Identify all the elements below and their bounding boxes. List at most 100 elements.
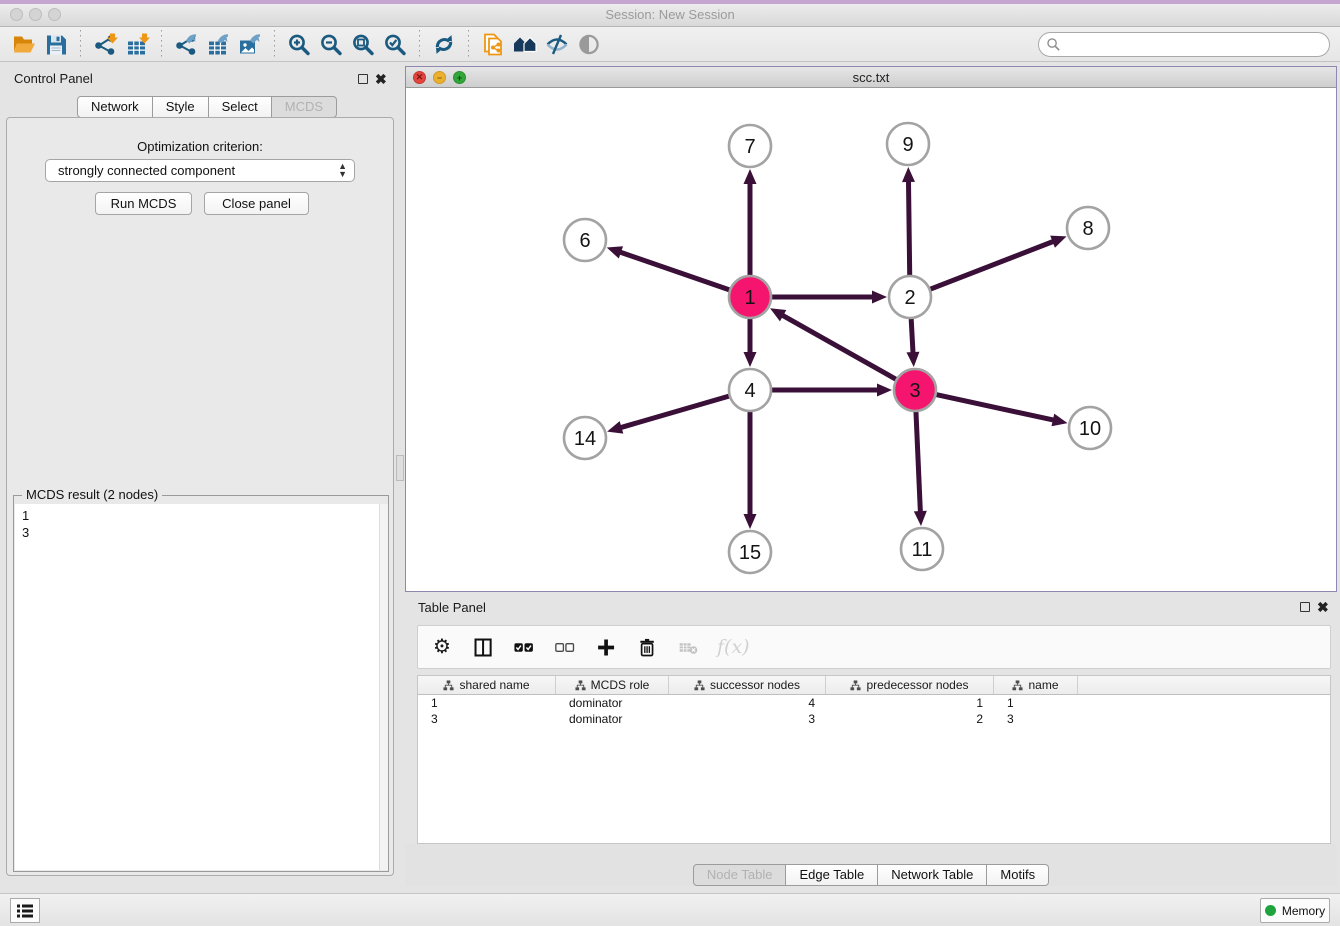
delete-row-icon xyxy=(637,637,658,658)
tab-mcds[interactable]: MCDS xyxy=(272,96,337,118)
graph-edge-arrowhead xyxy=(1051,414,1067,427)
open-session-icon xyxy=(14,36,35,52)
column-header-name[interactable]: name xyxy=(994,676,1078,694)
tab-style[interactable]: Style xyxy=(153,96,209,118)
zoom-selected-button[interactable] xyxy=(379,29,411,59)
gear-button[interactable]: ⚙ xyxy=(430,634,454,660)
task-history-button[interactable] xyxy=(10,898,40,923)
tab-network-table[interactable]: Network Table xyxy=(878,864,987,886)
zoom-fit-button[interactable] xyxy=(347,29,379,59)
mcds-result-group: MCDS result (2 nodes) 1 3 xyxy=(13,495,389,872)
tab-node-table[interactable]: Node Table xyxy=(693,864,787,886)
close-panel-button[interactable]: Close panel xyxy=(204,192,309,215)
graph-edge-4-14[interactable] xyxy=(620,396,730,428)
table-panel-title: Table Panel xyxy=(418,600,486,615)
import-table-button[interactable] xyxy=(121,29,153,59)
hide-selected-button[interactable] xyxy=(541,29,573,59)
show-all-button[interactable] xyxy=(573,29,605,59)
main-titlebar: Session: New Session xyxy=(0,4,1340,27)
column-tree-icon xyxy=(1012,680,1023,691)
toolbar-separator xyxy=(274,30,275,58)
export-table-icon xyxy=(209,34,228,54)
tab-edge-table[interactable]: Edge Table xyxy=(786,864,878,886)
close-table-panel-icon[interactable]: ✖ xyxy=(1317,602,1329,612)
close-panel-icon[interactable]: ✖ xyxy=(375,74,387,84)
graph-edge-arrowhead xyxy=(902,167,915,182)
select-all-button[interactable] xyxy=(512,634,536,660)
refresh-button[interactable] xyxy=(428,29,460,59)
deselect-all-button[interactable] xyxy=(553,634,577,660)
network-graph[interactable]: 1234678910111415 xyxy=(406,88,1336,591)
mcds-panel: Optimization criterion: strongly connect… xyxy=(6,117,394,876)
graph-edge-2-3[interactable] xyxy=(911,318,913,354)
tab-motifs[interactable]: Motifs xyxy=(987,864,1049,886)
tab-network[interactable]: Network xyxy=(77,96,153,118)
first-neighbors-button[interactable] xyxy=(509,29,541,59)
function-builder-button: f(x) xyxy=(717,634,750,660)
column-label: successor nodes xyxy=(710,678,800,692)
result-scrollbar[interactable] xyxy=(379,504,388,870)
column-label: predecessor nodes xyxy=(866,678,968,692)
graph-edge-2-8[interactable] xyxy=(930,241,1055,289)
float-panel-icon[interactable] xyxy=(358,74,368,84)
control-panel-window-icons: ✖ xyxy=(358,74,387,84)
column-header-predecessor-nodes[interactable]: predecessor nodes xyxy=(826,676,994,694)
toolbar-separator xyxy=(468,30,469,58)
table-cell[interactable]: 2 xyxy=(826,711,994,727)
add-row-button[interactable] xyxy=(594,634,618,660)
table-cell[interactable]: 4 xyxy=(669,695,826,711)
column-tree-icon xyxy=(850,680,861,691)
mcds-result-text[interactable]: 1 3 xyxy=(15,504,387,870)
column-header-MCDS-role[interactable]: MCDS role xyxy=(556,676,669,694)
graph-edge-1-6[interactable] xyxy=(619,252,730,290)
zoom-selected-icon xyxy=(386,35,404,53)
run-mcds-button[interactable]: Run MCDS xyxy=(95,192,192,215)
graph-edge-arrowhead xyxy=(872,291,887,304)
float-table-panel-icon[interactable] xyxy=(1300,602,1310,612)
table-cell[interactable]: 3 xyxy=(994,711,1078,727)
table-cell[interactable]: 1 xyxy=(826,695,994,711)
open-session-button[interactable] xyxy=(8,29,40,59)
table-row: 3dominator323 xyxy=(418,711,1330,727)
export-table-button[interactable] xyxy=(202,29,234,59)
table-cell[interactable]: 3 xyxy=(669,711,826,727)
graph-edge-arrowhead xyxy=(914,511,927,526)
table-cell[interactable]: 1 xyxy=(994,695,1078,711)
column-header-successor-nodes[interactable]: successor nodes xyxy=(669,676,826,694)
memory-button[interactable]: Memory xyxy=(1260,898,1330,923)
table-cell[interactable]: dominator xyxy=(556,711,669,727)
export-image-button[interactable] xyxy=(234,29,266,59)
search-box[interactable] xyxy=(1038,32,1330,57)
table-cell[interactable]: dominator xyxy=(556,695,669,711)
clone-network-button[interactable] xyxy=(477,29,509,59)
save-session-button[interactable] xyxy=(40,29,72,59)
column-header-shared-name[interactable]: shared name xyxy=(418,676,556,694)
zoom-in-button[interactable] xyxy=(283,29,315,59)
graph-edge-3-10[interactable] xyxy=(936,394,1055,420)
graph-edge-2-9[interactable] xyxy=(908,180,909,276)
graph-node-label: 1 xyxy=(744,287,755,309)
tab-select[interactable]: Select xyxy=(209,96,272,118)
graph-edge-3-11[interactable] xyxy=(916,411,920,513)
node-table-body: 1dominator4113dominator323 xyxy=(418,695,1330,727)
delete-table-button xyxy=(676,634,700,660)
network-window-titlebar[interactable]: ✕ − + scc.txt xyxy=(406,67,1336,88)
columns-button[interactable] xyxy=(471,634,495,660)
criterion-dropdown[interactable]: strongly connected component ▲▼ xyxy=(45,159,355,182)
column-label: shared name xyxy=(459,678,529,692)
zoom-in-icon xyxy=(290,35,308,53)
search-input[interactable] xyxy=(1061,35,1329,55)
graph-edge-3-1[interactable] xyxy=(781,315,896,380)
import-network-button[interactable] xyxy=(89,29,121,59)
export-network-button[interactable] xyxy=(170,29,202,59)
table-panel-tabs: Node TableEdge TableNetwork TableMotifs xyxy=(405,864,1337,886)
zoom-out-button[interactable] xyxy=(315,29,347,59)
panel-splitter-handle[interactable] xyxy=(396,455,404,481)
delete-row-button[interactable] xyxy=(635,634,659,660)
column-tree-icon xyxy=(443,680,454,691)
table-cell[interactable]: 3 xyxy=(418,711,556,727)
graph-node-label: 2 xyxy=(904,287,915,309)
graph-node-label: 15 xyxy=(739,542,761,564)
columns-icon xyxy=(473,637,494,658)
table-cell[interactable]: 1 xyxy=(418,695,556,711)
